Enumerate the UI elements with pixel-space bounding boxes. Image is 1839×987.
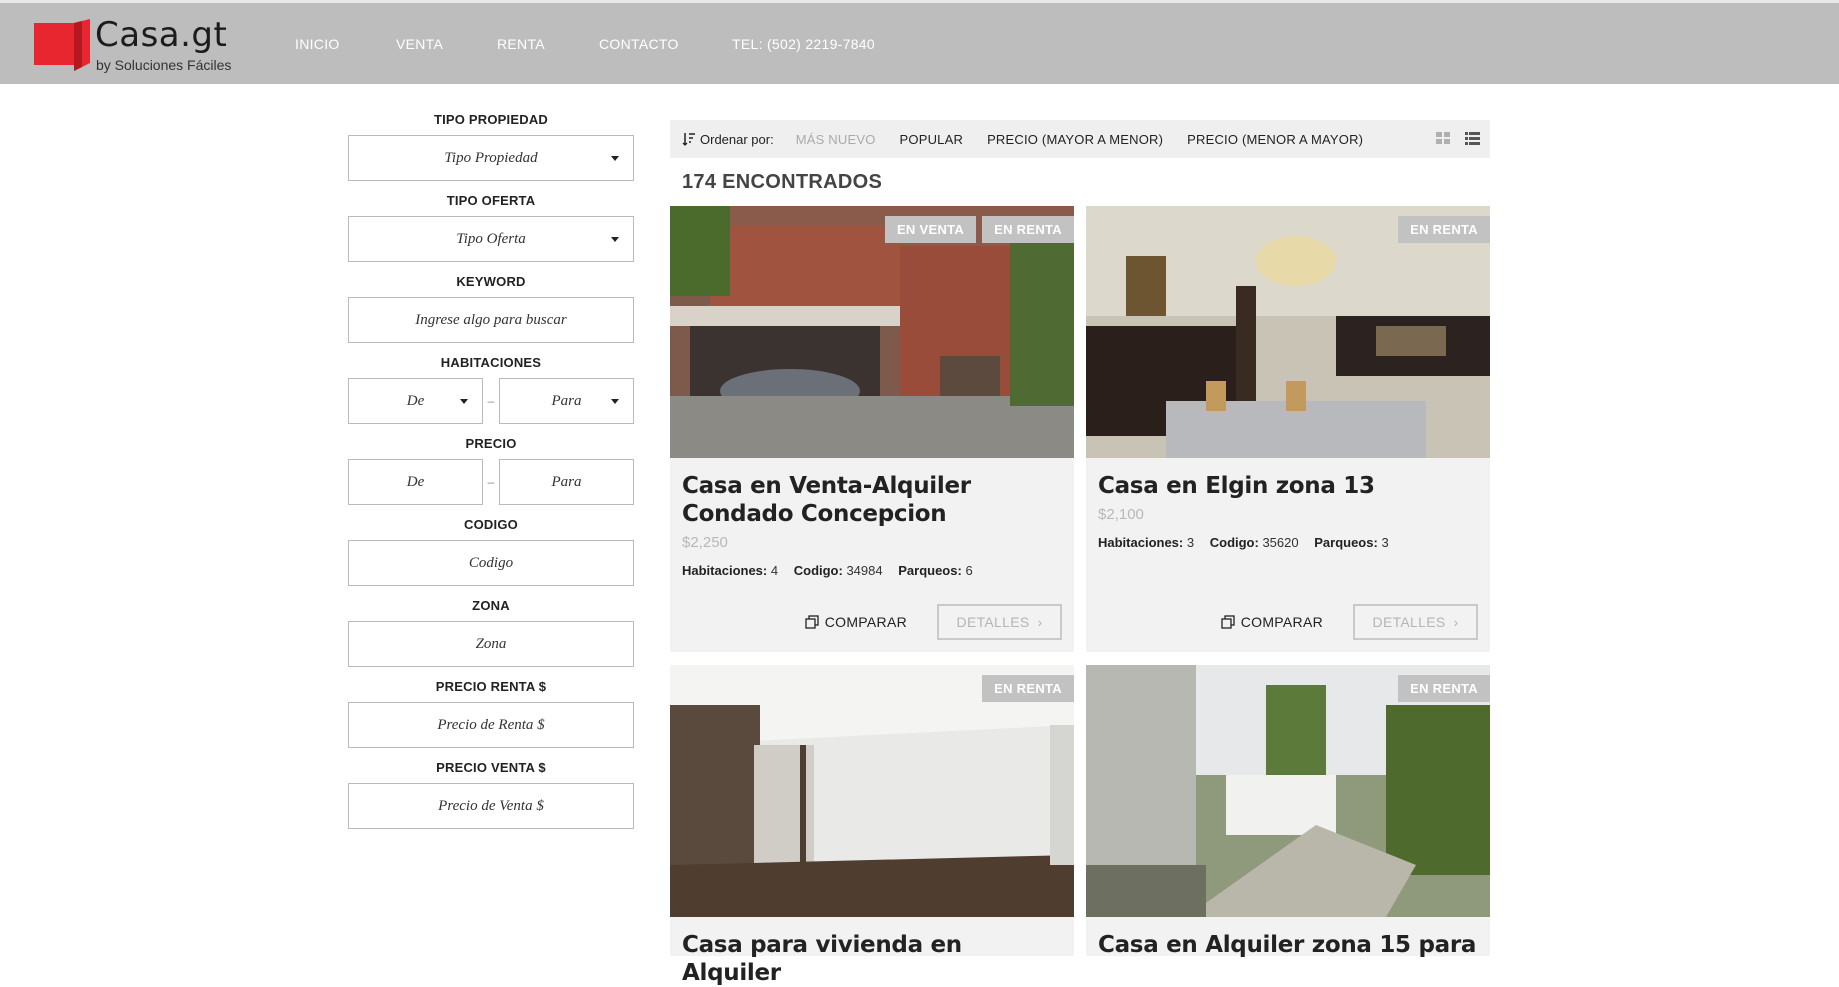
- logo-mark-icon: [34, 19, 90, 71]
- precio-renta-label: PRECIO RENTA $: [435, 679, 547, 694]
- property-photo[interactable]: [670, 665, 1074, 917]
- precio-to-input[interactable]: Para: [499, 459, 634, 505]
- brand-subtitle: by Soluciones Fáciles: [96, 57, 232, 73]
- codigo-key: Codigo:: [1209, 535, 1259, 550]
- nav-contacto[interactable]: CONTACTO: [599, 36, 732, 52]
- sort-option-precio-menor[interactable]: PRECIO (MENOR A MAYOR): [1187, 132, 1363, 147]
- codigo-input[interactable]: Codigo: [348, 540, 634, 586]
- habitaciones-key: Habitaciones:: [1098, 535, 1184, 550]
- zona-input[interactable]: Zona: [348, 621, 634, 667]
- view-toggle: [1436, 132, 1480, 145]
- precio-venta-label: PRECIO VENTA $: [436, 760, 546, 775]
- details-label: DETALLES: [956, 614, 1030, 630]
- habitaciones-range: De – Para: [348, 378, 634, 424]
- grid-view-icon[interactable]: [1436, 132, 1451, 145]
- habitaciones-value: 4: [770, 563, 779, 578]
- property-card: EN VENTA EN RENTA Casa en Venta-Alquiler…: [670, 206, 1074, 652]
- property-price: $2,250: [682, 534, 728, 551]
- keyword-input[interactable]: Ingrese algo para buscar: [348, 297, 634, 343]
- status-badge: EN RENTA: [1398, 675, 1490, 702]
- precio-from-input[interactable]: De: [348, 459, 483, 505]
- nav-venta[interactable]: VENTA: [396, 36, 497, 52]
- sort-option-popular[interactable]: POPULAR: [900, 132, 964, 147]
- parqueos-key: Parqueos:: [1314, 535, 1378, 550]
- compare-label: COMPARAR: [824, 614, 907, 630]
- compare-button[interactable]: COMPARAR: [1221, 614, 1323, 630]
- sort-bar: Ordenar por: MÁS NUEVO POPULAR PRECIO (M…: [670, 120, 1490, 158]
- precio-label: PRECIO: [465, 436, 517, 451]
- sort-label: Ordenar por:: [700, 131, 774, 147]
- compare-label: COMPARAR: [1240, 614, 1323, 630]
- precio-range: De – Para: [348, 459, 634, 505]
- sort-option-precio-mayor[interactable]: PRECIO (MAYOR A MENOR): [987, 132, 1163, 147]
- site-header: Casa.gt by Soluciones Fáciles INICIO VEN…: [0, 0, 1839, 84]
- chevron-right-icon: ›: [1453, 614, 1459, 630]
- nav-inicio[interactable]: INICIO: [295, 36, 396, 52]
- site-logo[interactable]: Casa.gt by Soluciones Fáciles: [34, 15, 244, 75]
- chevron-right-icon: ›: [1037, 614, 1043, 630]
- precio-venta-input[interactable]: Precio de Venta $: [348, 783, 634, 829]
- list-view-icon[interactable]: [1465, 132, 1480, 145]
- habitaciones-value: 3: [1186, 535, 1195, 550]
- details-button[interactable]: DETALLES ›: [1353, 604, 1478, 640]
- property-card: EN RENTA Casa para vivienda en Alquiler: [670, 665, 1074, 986]
- badge-group: EN VENTA EN RENTA: [884, 216, 1074, 243]
- property-photo[interactable]: [1086, 665, 1490, 917]
- habitaciones-to-select[interactable]: Para: [499, 378, 634, 424]
- compare-icon: [805, 615, 819, 629]
- details-label: DETALLES: [1372, 614, 1446, 630]
- status-badge: EN RENTA: [982, 675, 1074, 702]
- brand-title: Casa.gt: [95, 15, 228, 55]
- habitaciones-key: Habitaciones:: [682, 563, 768, 578]
- property-title[interactable]: Casa para vivienda en Alquiler: [670, 931, 1074, 987]
- codigo-key: Codigo:: [793, 563, 843, 578]
- nav-telefono[interactable]: TEL: (502) 2219-7840: [732, 36, 932, 52]
- badge-group: EN RENTA: [1398, 675, 1490, 702]
- nav-renta[interactable]: RENTA: [497, 36, 599, 52]
- parqueos-value: 3: [1381, 535, 1389, 550]
- search-filters: TIPO PROPIEDAD Tipo Propiedad TIPO OFERT…: [348, 110, 634, 839]
- keyword-label: KEYWORD: [456, 274, 526, 289]
- main-nav: INICIO VENTA RENTA CONTACTO TEL: (502) 2…: [295, 36, 932, 52]
- parqueos-value: 6: [965, 563, 973, 578]
- property-photo[interactable]: [670, 206, 1074, 458]
- status-badge: EN RENTA: [1398, 216, 1490, 243]
- badge-group: EN RENTA: [1398, 216, 1490, 243]
- precio-separator: –: [487, 475, 495, 489]
- property-meta: Habitaciones: 4 Codigo: 34984 Parqueos: …: [670, 563, 1074, 578]
- tipo-propiedad-select[interactable]: Tipo Propiedad: [348, 135, 634, 181]
- compare-button[interactable]: COMPARAR: [805, 614, 907, 630]
- habitaciones-label: HABITACIONES: [440, 355, 542, 370]
- tipo-propiedad-label: TIPO PROPIEDAD: [433, 112, 549, 127]
- property-meta: Habitaciones: 3 Codigo: 35620 Parqueos: …: [1086, 535, 1490, 550]
- sort-icon: [682, 133, 695, 146]
- codigo-label: CODIGO: [464, 517, 518, 532]
- details-button[interactable]: DETALLES ›: [937, 604, 1062, 640]
- sort-option-mas-nuevo[interactable]: MÁS NUEVO: [796, 132, 876, 147]
- results-count: 174 ENCONTRADOS: [682, 171, 883, 193]
- property-photo[interactable]: [1086, 206, 1490, 458]
- property-title[interactable]: Casa en Elgin zona 13: [1086, 472, 1490, 500]
- habitaciones-from-select[interactable]: De: [348, 378, 483, 424]
- tipo-oferta-label: TIPO OFERTA: [446, 193, 536, 208]
- card-actions: COMPARAR DETALLES ›: [805, 604, 1062, 640]
- codigo-value: 35620: [1262, 535, 1299, 550]
- badge-group: EN RENTA: [982, 675, 1074, 702]
- property-title[interactable]: Casa en Venta-Alquiler Condado Concepcio…: [670, 472, 1074, 528]
- habitaciones-separator: –: [487, 394, 495, 408]
- compare-icon: [1221, 615, 1235, 629]
- property-card: EN RENTA Casa en Elgin zona 13 $2,100 Ha…: [1086, 206, 1490, 652]
- property-title[interactable]: Casa en Alquiler zona 15 para: [1086, 931, 1490, 959]
- zona-label: ZONA: [472, 598, 510, 613]
- status-badge: EN VENTA: [884, 216, 977, 243]
- property-card: EN RENTA Casa en Alquiler zona 15 para: [1086, 665, 1490, 959]
- status-badge: EN RENTA: [982, 216, 1074, 243]
- tipo-oferta-select[interactable]: Tipo Oferta: [348, 216, 634, 262]
- card-actions: COMPARAR DETALLES ›: [1221, 604, 1478, 640]
- codigo-value: 34984: [846, 563, 883, 578]
- parqueos-key: Parqueos:: [898, 563, 962, 578]
- precio-renta-input[interactable]: Precio de Renta $: [348, 702, 634, 748]
- property-price: $2,100: [1098, 506, 1144, 523]
